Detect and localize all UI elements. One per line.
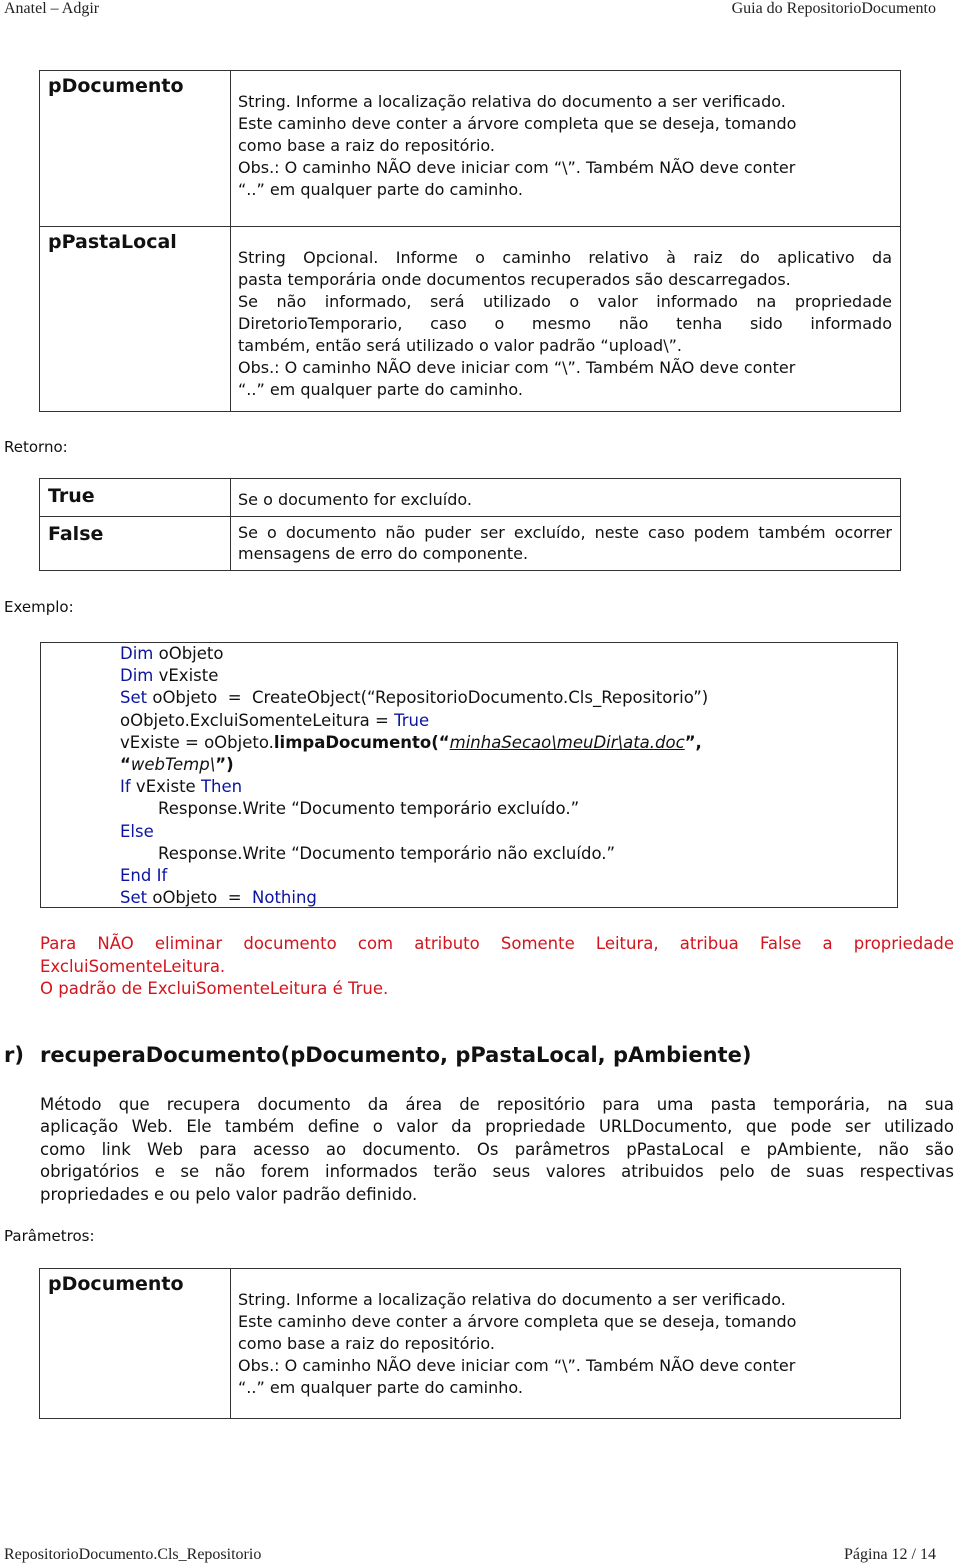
desc-line: “..” em qualquer parte do caminho. — [238, 380, 523, 399]
code-line: Response.Write “Documento temporário não… — [158, 843, 616, 863]
return-value-name: True — [39, 478, 231, 517]
code-line: Set oObjeto = Nothing — [120, 887, 897, 909]
code-line: If vExiste Then — [120, 776, 897, 798]
warning-note: Para NÃO eliminar documento com atributo… — [40, 933, 954, 1001]
desc-line: Obs.: O caminho NÃO deve iniciar com “\”… — [238, 358, 796, 377]
return-table: True Se o documento for excluído. False … — [39, 478, 901, 571]
page-header-left: Anatel – Adgir — [4, 0, 100, 17]
code-line: Dim vExiste — [120, 665, 897, 687]
code-keyword: If — [120, 777, 131, 797]
code-text: vExiste — [153, 666, 219, 686]
desc-line: Obs.: O caminho NÃO deve iniciar com “\”… — [238, 1356, 796, 1375]
param-description: String. Informe a localização relativa d… — [230, 1268, 901, 1419]
code-keyword: Then — [200, 777, 243, 797]
parameters-table: pDocumento String. Informe a localização… — [39, 70, 901, 412]
code-keyword: Set — [120, 688, 148, 708]
code-line: End If — [120, 866, 168, 886]
code-argument: minhaSecao\meuDir\ata.doc — [449, 732, 685, 752]
code-line: Response.Write “Documento temporário exc… — [158, 799, 580, 819]
desc-line: pasta temporária onde documentos recuper… — [238, 270, 791, 289]
intro-line: propriedades e ou pelo valor padrão defi… — [40, 1184, 418, 1204]
example-label: Exemplo: — [4, 598, 74, 616]
table-row: pPastaLocal String Opcional. Informe o c… — [39, 226, 901, 412]
intro-line: obrigatórios e se não forem informados t… — [40, 1162, 954, 1182]
code-keyword: Dim — [120, 666, 154, 686]
intro-line: aplicação Web. Ele também define o valor… — [40, 1117, 954, 1137]
desc-line: também, então será utilizado o valor pad… — [238, 336, 682, 355]
return-label: Retorno: — [4, 438, 68, 456]
param-name: pPastaLocal — [39, 226, 231, 412]
section-title: recuperaDocumento(pDocumento, pPastaLoca… — [40, 1043, 752, 1067]
desc-line: DiretorioTemporario, caso o mesmo não te… — [238, 314, 892, 333]
code-text: vExiste = oObjeto. — [120, 732, 274, 752]
section-heading: r) recuperaDocumento(pDocumento, pPastaLo… — [4, 1043, 751, 1067]
code-line: Set oObjeto = CreateObject(“RepositorioD… — [120, 687, 897, 709]
code-keyword: True — [394, 710, 430, 730]
table-row: pDocumento String. Informe a localização… — [39, 1268, 901, 1419]
desc-line: “..” em qualquer parte do caminho. — [238, 180, 523, 199]
code-text: vExiste — [130, 777, 201, 797]
param-name: pDocumento — [39, 1268, 231, 1419]
code-line: Else — [120, 821, 154, 841]
intro-line: Método que recupera documento da área de… — [40, 1095, 954, 1114]
table-row: False Se o documento não puder ser exclu… — [39, 516, 901, 571]
code-text: oObjeto = CreateObject(“RepositorioDocum… — [147, 688, 709, 708]
code-text: oObjeto.ExcluiSomenteLeitura = — [120, 710, 395, 730]
code-line: “webTemp\”) — [120, 754, 897, 776]
return-value-description: Se o documento não puder ser excluído, n… — [230, 516, 901, 571]
note-line: O padrão de ExcluiSomenteLeitura é True. — [40, 979, 389, 998]
code-line: vExiste = oObjeto.limpaDocumento(“minhaS… — [120, 732, 897, 754]
code-line: Dim oObjeto — [120, 643, 897, 665]
note-line: Para NÃO eliminar documento com atributo… — [40, 934, 954, 953]
table-row: True Se o documento for excluído. — [39, 478, 901, 517]
desc-line: Este caminho deve conter a árvore comple… — [238, 114, 797, 133]
desc-line: como base a raiz do repositório. — [238, 1334, 495, 1353]
page-footer-left: RepositorioDocumento.Cls_Repositorio — [4, 1546, 262, 1563]
code-keyword: Dim — [120, 644, 154, 663]
code-example: Dim oObjeto Dim vExiste Set oObjeto = Cr… — [40, 642, 898, 908]
return-value-name: False — [39, 516, 231, 571]
code-function: limpaDocumento(“ — [273, 732, 450, 752]
code-text: “ — [120, 755, 131, 775]
code-line: oObjeto.ExcluiSomenteLeitura = True — [120, 710, 897, 732]
code-keyword: Set — [120, 888, 148, 908]
parameters-label: Parâmetros: — [4, 1227, 95, 1245]
desc-line: String Opcional. Informe o caminho relat… — [238, 248, 892, 267]
param-description: String. Informe a localização relativa d… — [230, 70, 901, 227]
return-value-description: Se o documento for excluído. — [230, 478, 901, 517]
desc-line: Se não informado, será utilizado o valor… — [238, 292, 892, 311]
code-argument: webTemp\ — [130, 755, 216, 775]
desc-line: Este caminho deve conter a árvore comple… — [238, 1312, 797, 1331]
code-text: ”, — [684, 732, 702, 752]
desc-line: como base a raiz do repositório. — [238, 136, 495, 155]
code-text: ”) — [215, 755, 234, 775]
param-name: pDocumento — [39, 70, 231, 227]
section-intro: Método que recupera documento da área de… — [40, 1094, 954, 1206]
page-number: Página 12 / 14 — [844, 1546, 936, 1563]
code-text: oObjeto = — [147, 888, 253, 908]
param-description: String Opcional. Informe o caminho relat… — [230, 226, 901, 412]
intro-line: como link Web para acesso ao documento. … — [40, 1139, 954, 1159]
parameters-table: pDocumento String. Informe a localização… — [39, 1268, 901, 1419]
desc-line: “..” em qualquer parte do caminho. — [238, 1378, 523, 1397]
section-number: r) — [4, 1043, 24, 1067]
page-header-right: Guia do RepositorioDocumento — [731, 0, 936, 17]
desc-line: Obs.: O caminho NÃO deve iniciar com “\”… — [238, 158, 796, 177]
table-row: pDocumento String. Informe a localização… — [39, 70, 901, 227]
code-text: oObjeto — [153, 644, 224, 663]
desc-line: String. Informe a localização relativa d… — [238, 1290, 786, 1309]
note-line: ExcluiSomenteLeitura. — [40, 956, 226, 976]
code-keyword: Nothing — [252, 888, 317, 908]
desc-line: String. Informe a localização relativa d… — [238, 92, 786, 111]
